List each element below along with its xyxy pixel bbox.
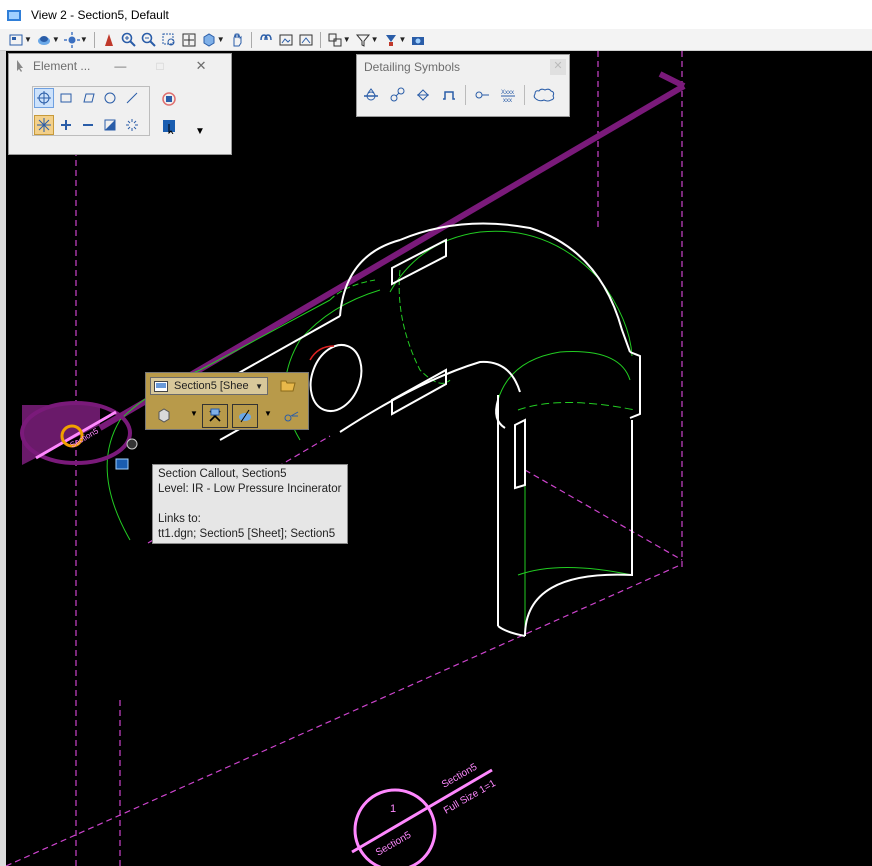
update-view-icon[interactable] [99,30,119,50]
subtract-select-icon[interactable] [78,115,98,135]
window-title: View 2 - Section5, Default [31,7,169,22]
app-icon [7,9,21,21]
select-all-icon[interactable] [159,89,179,109]
tag-title: Section5 [440,761,480,790]
chevron-down-icon: ▼ [255,381,263,391]
model-selector-dropdown[interactable]: Section5 [Shee ▼ [150,377,268,395]
view-previous-icon[interactable] [256,30,276,50]
toolbar-separator [250,31,252,48]
new-select-icon[interactable] [34,115,54,135]
open-folder-icon[interactable] [278,375,298,395]
sheet-icon [154,380,168,392]
pipe-hidden-lines [106,230,636,636]
chevron-down-icon[interactable]: ▼ [195,126,205,137]
individual-select-icon[interactable] [34,88,54,108]
circle-select-icon[interactable] [100,88,120,108]
maximize-button[interactable]: □ [156,59,163,73]
tooltip-level: Level: IR - Low Pressure Incinerator [158,483,342,495]
chevron-down-icon[interactable]: ▼ [371,35,379,44]
chevron-down-icon[interactable]: ▼ [264,409,272,418]
close-button[interactable]: ✕ [196,58,207,74]
drawing-boundary-tool-icon[interactable] [439,85,459,105]
pointer-icon [17,60,23,72]
selection-tools-group [32,86,150,136]
toolbar-separator [465,85,466,105]
model-selector-text: Section5 [Shee [174,380,249,392]
window-area-icon[interactable] [159,30,179,50]
shape-select-icon[interactable] [78,88,98,108]
zoom-out-icon[interactable] [139,30,159,50]
fit-view-icon[interactable] [179,30,199,50]
chevron-down-icon[interactable]: ▼ [343,35,351,44]
presentation-icon[interactable] [381,30,401,50]
view-attributes-icon[interactable] [6,30,26,50]
window-title-bar: View 2 - Section5, Default [0,0,872,29]
pan-view-icon[interactable] [227,30,247,50]
add-select-icon[interactable] [56,115,76,135]
zoom-in-icon[interactable] [119,30,139,50]
title-text-tool-icon[interactable]: Xxxx xxx [498,85,518,105]
view-toolbar: ▼ ▼ ▼ ▼ ▼ ▼ ▼ [0,29,872,51]
callout-context-toolbar: Section5 [Shee ▼ ▼ ▼ [145,372,309,430]
chevron-down-icon[interactable]: ▼ [80,35,88,44]
clip-volume-toggle-icon[interactable] [202,404,228,428]
close-button[interactable]: ✕ [550,59,566,75]
link-callout-icon[interactable] [278,404,304,428]
copy-view-icon[interactable] [296,30,316,50]
element-selection-panel: Element ... — □ ✕ ▼ [8,53,232,155]
panel-title: Detailing Symbols [364,60,461,74]
chevron-down-icon[interactable]: ▼ [217,35,225,44]
rotate-view-icon[interactable] [199,30,219,50]
bubble-label: Section5 [374,829,414,858]
clear-select-icon[interactable] [122,115,142,135]
panel-title: Element ... [33,59,91,73]
panel-title-bar[interactable]: Detailing Symbols ✕ [357,55,569,79]
panel-title-bar[interactable]: Element ... — □ ✕ [9,54,231,78]
chevron-down-icon[interactable]: ▼ [399,35,407,44]
tooltip-links: tt1.dgn; Section5 [Sheet]; Section5 [158,528,336,540]
revision-cloud-tool-icon[interactable] [531,85,557,105]
chevron-down-icon[interactable]: ▼ [190,409,198,418]
reference-icon[interactable] [154,405,174,425]
block-select-icon[interactable] [56,88,76,108]
detailing-symbols-panel: Detailing Symbols ✕ Xxxx xxx [356,54,570,117]
filter-icon[interactable] [353,30,373,50]
element-tooltip: Section Callout, Section5 Level: IR - Lo… [152,464,348,544]
toolbar-separator [524,85,525,105]
minimize-button[interactable]: — [114,59,126,73]
toolbar-separator [93,31,95,48]
tooltip-links-heading: Links to: [158,513,201,525]
toolbar-separator [319,31,321,48]
tooltip-element-type: Section Callout, Section5 [158,468,287,480]
chevron-down-icon[interactable]: ▼ [24,35,32,44]
section-callout-tool-icon[interactable] [361,85,381,105]
view-next-icon[interactable] [276,30,296,50]
section-bubble[interactable] [351,768,493,866]
elevation-callout-tool-icon[interactable] [413,85,433,105]
line-select-icon[interactable] [122,88,142,108]
invert-select-icon[interactable] [100,115,120,135]
detail-callout-tool-icon[interactable] [387,85,407,105]
svg-text:Xxxx: Xxxx [501,90,514,96]
bubble-number: 1 [390,803,396,815]
display-style-toggle-icon[interactable] [232,404,258,428]
select-by-attributes-icon[interactable] [159,116,179,136]
display-style-icon[interactable] [34,30,54,50]
leader-tool-icon[interactable] [472,85,492,105]
svg-text:xxx: xxx [503,98,512,103]
lighting-icon[interactable] [62,30,82,50]
camera-icon[interactable] [408,30,428,50]
chevron-down-icon[interactable]: ▼ [52,35,60,44]
clip-volume-icon[interactable] [325,30,345,50]
drawing-viewport[interactable]: Section5 1 Section5 Section5 Full Size 1… [6,51,872,866]
